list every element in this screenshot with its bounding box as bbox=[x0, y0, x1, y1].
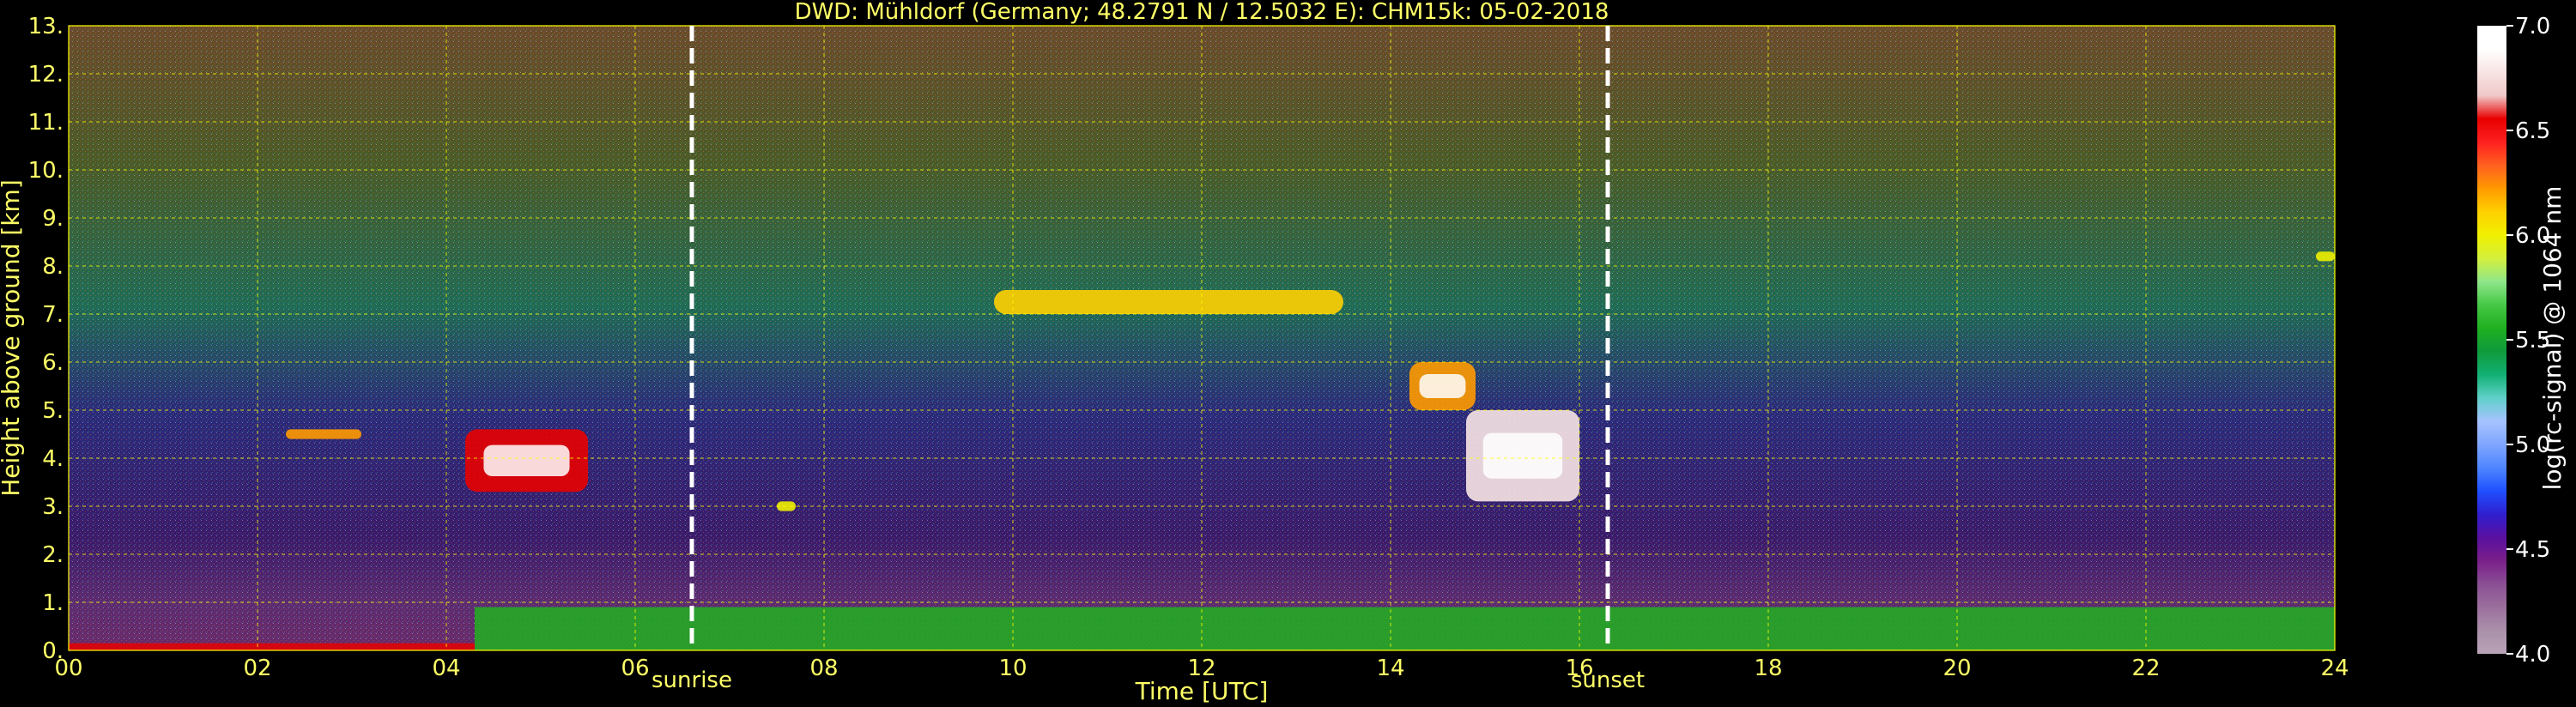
cloud-feature bbox=[286, 429, 361, 439]
x-tick-label: 18 bbox=[1754, 656, 1782, 681]
y-tick-label: 6. bbox=[42, 350, 64, 376]
chart-title: DWD: Mühldorf (Germany; 48.2791 N / 12.5… bbox=[795, 0, 1609, 25]
cloud-feature bbox=[994, 290, 1343, 314]
y-tick-label: 8. bbox=[42, 254, 64, 280]
y-tick-label: 1. bbox=[42, 590, 64, 616]
x-tick-label: 22 bbox=[2131, 656, 2160, 681]
y-axis-label: Height above ground [km] bbox=[0, 179, 25, 497]
boundary-layer-feature bbox=[475, 607, 2335, 650]
y-tick-label: 13. bbox=[28, 14, 64, 39]
cloud-core bbox=[483, 444, 570, 476]
colorbar-tick-label: 7.0 bbox=[2515, 14, 2550, 39]
x-tick-label: 24 bbox=[2320, 656, 2349, 681]
x-tick-label: 04 bbox=[432, 656, 460, 681]
cloud-core bbox=[1419, 374, 1466, 398]
plot-area: sunrise sunset 00 02 04 06 08 10 12 14 16 18 20 22 24… bbox=[28, 14, 2349, 693]
x-tick-label: 20 bbox=[1943, 656, 1971, 681]
y-tick-label: 11. bbox=[28, 110, 64, 136]
x-tick-label: 02 bbox=[243, 656, 271, 681]
y-tick-label: 10. bbox=[28, 158, 64, 184]
y-tick-label: 5. bbox=[42, 398, 64, 424]
y-tick-label: 4. bbox=[42, 446, 64, 472]
cloud-feature bbox=[2316, 251, 2335, 262]
x-tick-label: 06 bbox=[621, 656, 649, 681]
y-tick-label: 12. bbox=[28, 62, 64, 88]
x-tick-label: 08 bbox=[809, 656, 838, 681]
x-tick-label: 14 bbox=[1376, 656, 1404, 681]
boundary-layer-feature bbox=[69, 643, 475, 650]
x-axis-label: Time [UTC] bbox=[1135, 677, 1269, 705]
ceilometer-figure: DWD: Mühldorf (Germany; 48.2791 N / 12.5… bbox=[0, 0, 2576, 707]
x-tick-label: 16 bbox=[1565, 656, 1593, 681]
y-tick-label: 7. bbox=[42, 302, 64, 328]
y-tick-label: 3. bbox=[42, 494, 64, 520]
x-tick-label: 10 bbox=[998, 656, 1027, 681]
colorbar-tick-label: 4.0 bbox=[2515, 642, 2550, 668]
colorbar-tick-label: 6.5 bbox=[2515, 118, 2550, 144]
colorbar-label: log(rc-signal) @ 1064 nm bbox=[2538, 186, 2567, 491]
cloud-core bbox=[1482, 432, 1563, 479]
event-label-sunrise: sunrise bbox=[652, 668, 732, 693]
y-tick-label: 0. bbox=[42, 638, 64, 664]
colorbar-gradient bbox=[2477, 26, 2506, 654]
y-tick-label: 2. bbox=[42, 542, 64, 568]
colorbar-tick-label: 4.5 bbox=[2515, 537, 2550, 563]
y-tick-label: 9. bbox=[42, 206, 64, 232]
